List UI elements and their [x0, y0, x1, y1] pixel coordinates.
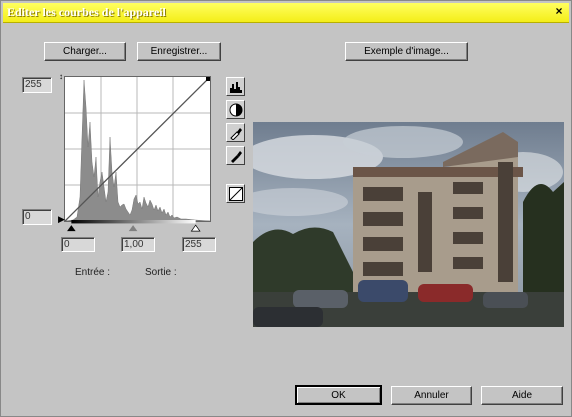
output-max-field[interactable]: 255 — [22, 77, 52, 93]
black-eyedropper-button[interactable] — [226, 123, 245, 142]
save-button[interactable]: Enregistrer... — [137, 42, 221, 61]
contrast-icon — [229, 103, 243, 117]
white-eyedropper-icon — [231, 151, 242, 163]
help-button[interactable]: Aide — [481, 386, 563, 405]
white-eyedropper-button[interactable] — [226, 146, 245, 165]
histogram-button[interactable] — [226, 77, 245, 96]
title-bar[interactable]: Editer les courbes de l'appareil × — [3, 3, 569, 23]
ok-button[interactable]: OK — [295, 385, 382, 405]
black-eyedropper-icon — [230, 128, 242, 140]
contrast-button[interactable] — [226, 100, 245, 119]
output-label: Sortie : — [145, 267, 177, 278]
input-min-field[interactable]: 0 — [61, 237, 95, 252]
curve-reset-icon — [229, 187, 243, 201]
input-levels-slider[interactable] — [64, 220, 209, 232]
white-point-handle — [190, 224, 201, 232]
input-label: Entrée : — [75, 267, 111, 278]
curve-graph-canvas — [64, 76, 211, 222]
gamma-handle — [128, 225, 138, 232]
preview-image — [253, 122, 564, 327]
curve-point-end — [206, 77, 210, 81]
curves-dialog: Editer les courbes de l'appareil × Charg… — [0, 0, 572, 417]
input-min-marker-icon: ▶ — [58, 214, 65, 224]
cancel-button[interactable]: Annuler — [391, 386, 472, 405]
curve-reset-button[interactable] — [226, 184, 245, 203]
curve-graph[interactable] — [64, 76, 211, 222]
gamma-field[interactable]: 1,00 — [121, 237, 155, 252]
output-min-field[interactable]: 0 — [22, 209, 52, 225]
black-point-handle — [67, 225, 76, 232]
load-button[interactable]: Charger... — [44, 42, 126, 61]
window-title: Editer les courbes de l'appareil — [7, 5, 166, 19]
sample-image-button[interactable]: Exemple d'image... — [345, 42, 468, 61]
output-max-marker-icon: ↕ — [59, 72, 63, 81]
close-button[interactable]: × — [552, 5, 566, 18]
histogram-icon — [230, 82, 242, 93]
input-max-field[interactable]: 255 — [182, 237, 216, 252]
